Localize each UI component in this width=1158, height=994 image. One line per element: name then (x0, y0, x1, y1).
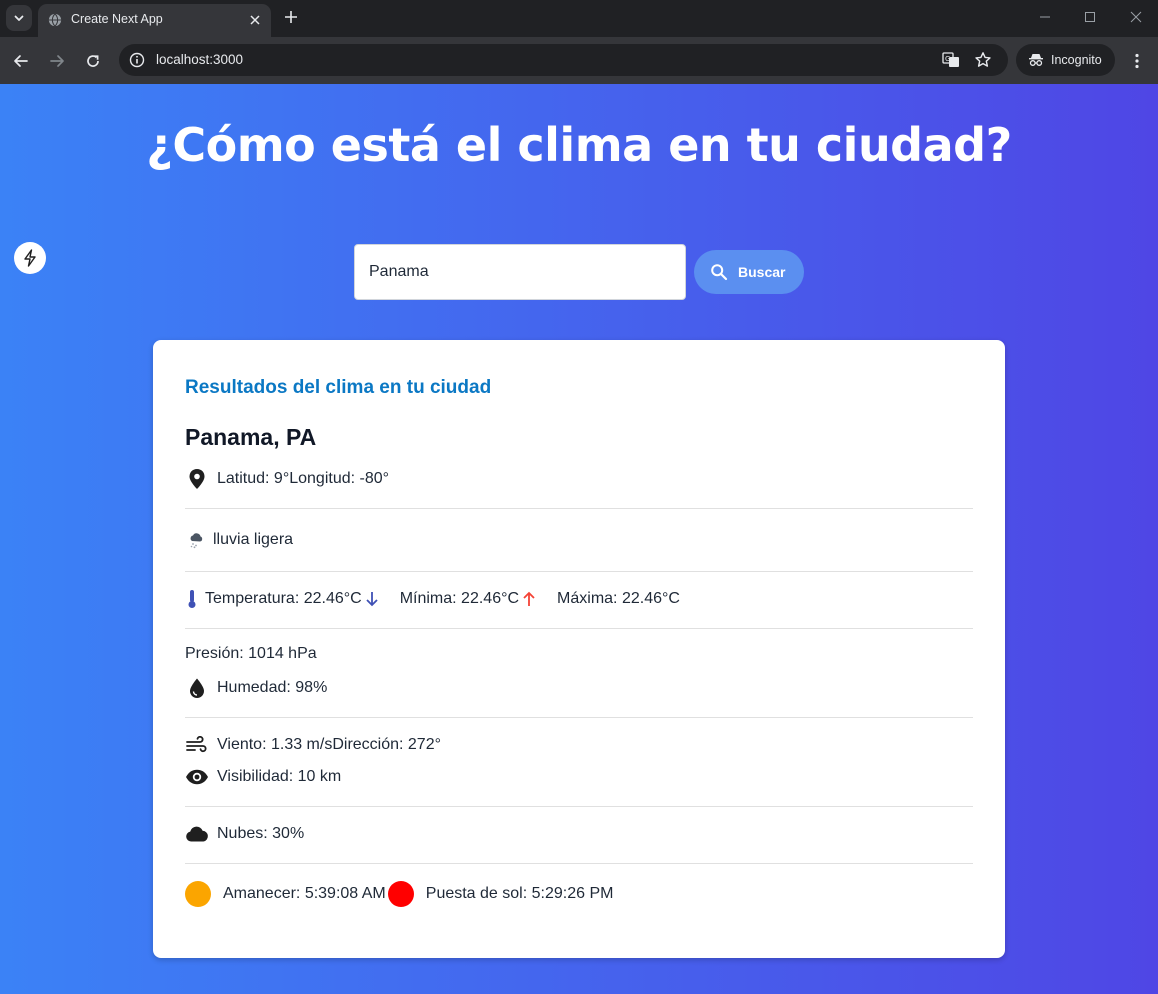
divider (185, 628, 973, 629)
browser-toolbar: localhost:3000 G Incognito (0, 37, 1158, 84)
eye-icon (185, 765, 209, 789)
cloud-icon (185, 822, 209, 846)
maximize-icon (1085, 12, 1095, 22)
weather-results-card: Resultados del clima en tu ciudad Panama… (153, 340, 1005, 958)
site-info-button[interactable] (125, 48, 149, 72)
arrow-down-icon (364, 587, 380, 611)
more-vert-icon (1135, 53, 1139, 69)
water-drop-icon (185, 676, 209, 700)
address-bar[interactable]: localhost:3000 G (119, 44, 1008, 76)
sunrise-text: Amanecer: 5:39:08 AM (223, 885, 386, 902)
plus-icon (285, 11, 297, 23)
minimize-icon (1040, 16, 1050, 18)
page-viewport: ¿Cómo está el clima en tu ciudad? Buscar… (0, 84, 1158, 994)
search-button[interactable]: Buscar (694, 250, 804, 294)
sunset-text: Puesta de sol: 5:29:26 PM (425, 885, 614, 902)
temperature-text: Temperatura: 22.46°C (205, 590, 362, 607)
url-text: localhost:3000 (156, 52, 244, 67)
reload-button[interactable] (81, 49, 105, 73)
thermometer-icon (185, 587, 199, 611)
wind-icon (185, 733, 209, 757)
coordinates-text: Latitud: 9°Longitud: -80° (217, 470, 390, 487)
rain-cloud-icon (185, 528, 207, 552)
nextjs-dev-tools-button[interactable] (14, 242, 46, 274)
info-icon (129, 52, 145, 68)
coordinates-row: Latitud: 9°Longitud: -80° (185, 467, 389, 491)
clouds-text: Nubes: 30% (217, 825, 305, 842)
city-search-input[interactable] (354, 244, 686, 300)
translate-icon: G (942, 52, 959, 67)
divider (185, 717, 973, 718)
pressure-text: Presión: 1014 hPa (185, 645, 317, 662)
arrow-right-icon (50, 55, 64, 67)
lightning-bolt-icon (24, 249, 36, 267)
incognito-icon (1029, 54, 1043, 66)
humidity-text: Humedad: 98% (217, 679, 328, 696)
visibility-row: Visibilidad: 10 km (185, 765, 341, 789)
min-temperature-text: Mínima: 22.46°C (399, 590, 520, 607)
arrow-up-icon (521, 587, 537, 611)
visibility-text: Visibilidad: 10 km (217, 768, 342, 785)
new-tab-button[interactable] (280, 6, 302, 28)
search-button-label: Buscar (738, 264, 786, 280)
close-window-button[interactable] (1124, 6, 1148, 28)
svg-text:G: G (945, 55, 950, 63)
incognito-badge[interactable]: Incognito (1016, 44, 1115, 76)
back-button[interactable] (9, 49, 33, 73)
clouds-row: Nubes: 30% (185, 822, 304, 846)
reload-icon (87, 55, 99, 67)
sunrise-icon (185, 881, 211, 907)
search-icon (711, 264, 728, 281)
location-pin-icon (185, 467, 209, 491)
divider (185, 806, 973, 807)
star-icon (975, 52, 991, 67)
divider (185, 863, 973, 864)
weather-description-text: lluvia ligera (213, 531, 294, 548)
divider (185, 508, 973, 509)
temperature-row: Temperatura: 22.46°C Mínima: 22.46°C Máx… (185, 587, 680, 611)
results-title: Resultados del clima en tu ciudad (185, 377, 492, 398)
globe-icon (48, 13, 62, 27)
arrow-left-icon (14, 55, 28, 67)
close-icon (1130, 11, 1142, 23)
browser-menu-button[interactable] (1126, 49, 1148, 73)
browser-tab[interactable]: Create Next App (38, 4, 271, 37)
minimize-button[interactable] (1033, 6, 1057, 28)
city-name: Panama, PA (185, 424, 317, 450)
close-icon (250, 15, 260, 25)
close-tab-button[interactable] (247, 12, 263, 28)
pressure-row: Presión: 1014 hPa (185, 645, 317, 663)
chevron-down-icon (14, 15, 24, 21)
browser-tabbar: Create Next App (0, 0, 1158, 37)
forward-button[interactable] (45, 49, 69, 73)
incognito-label: Incognito (1051, 53, 1102, 67)
translate-button[interactable]: G (941, 50, 961, 70)
maximize-button[interactable] (1078, 6, 1102, 28)
sunset-icon (387, 881, 414, 907)
wind-text: Viento: 1.33 m/sDirección: 272° (217, 736, 441, 753)
divider (185, 571, 973, 572)
tab-search-button[interactable] (6, 5, 32, 31)
page-title: ¿Cómo está el clima en tu ciudad? (146, 118, 1012, 172)
bookmark-star-button[interactable] (973, 50, 993, 70)
wind-row: Viento: 1.33 m/sDirección: 272° (185, 733, 441, 757)
humidity-row: Humedad: 98% (185, 676, 327, 700)
tab-title: Create Next App (71, 12, 163, 26)
max-temperature-text: Máxima: 22.46°C (557, 590, 680, 607)
weather-description-row: lluvia ligera (185, 528, 293, 552)
sun-times-row: Amanecer: 5:39:08 AM Puesta de sol: 5:29… (185, 881, 613, 907)
